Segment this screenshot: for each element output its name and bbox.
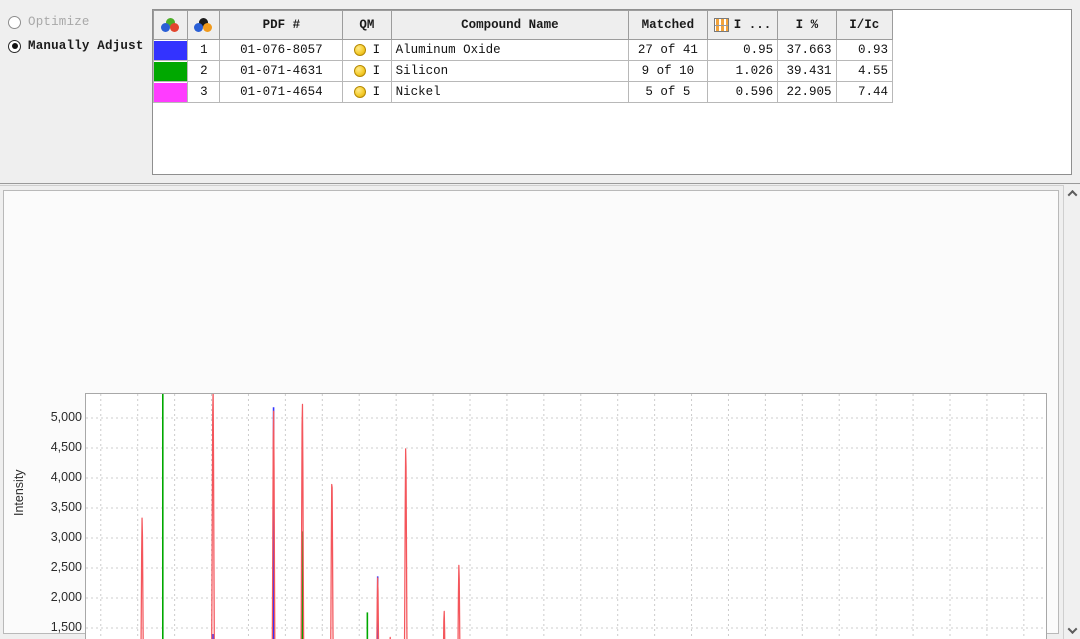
phase-matched-cell: 5 of 5 bbox=[628, 81, 708, 103]
phase-matched-cell: 9 of 10 bbox=[628, 60, 708, 82]
column-header-scale-label: I ... bbox=[733, 18, 772, 32]
yellow-circle-icon bbox=[353, 86, 366, 98]
phase-scale-cell[interactable]: 0.95 bbox=[706, 39, 779, 61]
y-axis-tick-labels: 05001,0001,5002,0002,5003,0003,5004,0004… bbox=[22, 186, 82, 639]
column-header-qm[interactable]: QM bbox=[342, 10, 392, 40]
phase-bubbles-icon bbox=[194, 17, 213, 33]
optimize-label: Optimize bbox=[28, 15, 90, 29]
y-axis-tick-1500: 1,500 bbox=[50, 620, 82, 634]
optimize-radio-mark[interactable] bbox=[8, 15, 21, 29]
phase-color-cell[interactable] bbox=[153, 81, 189, 103]
phase-index-cell: 3 bbox=[187, 81, 221, 103]
y-axis-tick-4500: 4,500 bbox=[50, 440, 82, 454]
column-header-color[interactable] bbox=[153, 10, 189, 40]
phase-color-swatch bbox=[154, 61, 188, 81]
phase-pdf-cell[interactable]: 01-071-4654 bbox=[219, 81, 344, 103]
phase-pdf-cell[interactable]: 01-071-4631 bbox=[219, 60, 344, 82]
radio-manually-adjust[interactable]: Manually Adjust bbox=[8, 34, 148, 58]
yellow-circle-icon bbox=[353, 44, 366, 56]
y-axis-tick-3500: 3,500 bbox=[50, 500, 82, 514]
y-axis-tick-5000: 5,000 bbox=[50, 410, 82, 424]
manually-adjust-radio-mark[interactable] bbox=[8, 39, 21, 53]
phase-i-over-ic-cell: 0.93 bbox=[835, 39, 894, 61]
yellow-circle-icon bbox=[353, 65, 366, 77]
phase-color-cell[interactable] bbox=[153, 39, 189, 61]
column-header-i-percent[interactable]: I % bbox=[777, 10, 837, 40]
phase-table-header-row: PDF # QM Compound Name Matched I ... I %… bbox=[153, 10, 894, 40]
refinement-mode-radio-group: Optimize Manually Adjust bbox=[8, 10, 148, 58]
column-header-index[interactable] bbox=[187, 10, 221, 40]
xrd-phase-analysis-window: Optimize Manually Adjust PDF # QM Compou… bbox=[0, 0, 1080, 639]
phase-qm-label: I bbox=[372, 85, 381, 99]
chevron-down-icon bbox=[1067, 624, 1078, 635]
scroll-down-button[interactable] bbox=[1064, 622, 1080, 639]
diffraction-plot-area[interactable] bbox=[85, 393, 1047, 639]
table-row[interactable]: 1 01-076-8057 I Aluminum Oxide 27 of 41 0.95 3… bbox=[153, 39, 894, 61]
column-header-i-over-ic[interactable]: I/Ic bbox=[835, 10, 894, 40]
phase-pdf-cell[interactable]: 01-076-8057 bbox=[219, 39, 344, 61]
phase-i-over-ic-cell: 7.44 bbox=[835, 81, 894, 103]
phase-compound-name-cell: Aluminum Oxide bbox=[390, 39, 630, 61]
y-axis-tick-2500: 2,500 bbox=[50, 560, 82, 574]
table-row[interactable]: 2 01-071-4631 I Silicon 9 of 10 1.026 39.431 4.… bbox=[153, 60, 894, 82]
phase-i-over-ic-cell: 4.55 bbox=[835, 60, 894, 82]
phase-qm-cell: I bbox=[342, 60, 392, 82]
phase-compound-name-cell: Nickel bbox=[390, 81, 630, 103]
table-row[interactable]: 3 01-071-4654 I Nickel 5 of 5 0.596 22.905 7.44 bbox=[153, 81, 894, 103]
column-header-matched[interactable]: Matched bbox=[628, 10, 708, 40]
phase-index-cell: 2 bbox=[187, 60, 221, 82]
phase-qm-label: I bbox=[372, 43, 381, 57]
y-axis-tick-4000: 4,000 bbox=[50, 470, 82, 484]
phase-color-swatch bbox=[154, 82, 188, 102]
phase-scale-cell[interactable]: 0.596 bbox=[706, 81, 779, 103]
manually-adjust-label: Manually Adjust bbox=[28, 39, 144, 53]
phase-color-swatch bbox=[154, 40, 188, 60]
column-header-scale[interactable]: I ... bbox=[706, 10, 779, 40]
phase-matched-cell: 27 of 41 bbox=[628, 39, 708, 61]
y-axis-tick-3000: 3,000 bbox=[50, 530, 82, 544]
phase-scale-cell[interactable]: 1.026 bbox=[706, 60, 779, 82]
plot-gridlines bbox=[86, 394, 1046, 639]
phase-qm-cell: I bbox=[342, 39, 392, 61]
phase-qm-label: I bbox=[372, 64, 381, 78]
phase-qm-cell: I bbox=[342, 81, 392, 103]
phase-i-percent-cell: 22.905 bbox=[777, 81, 837, 103]
diffraction-plot-svg bbox=[86, 394, 1046, 639]
radio-optimize[interactable]: Optimize bbox=[8, 10, 148, 34]
phase-options-panel: Optimize Manually Adjust PDF # QM Compou… bbox=[0, 0, 1080, 184]
phase-compound-name-cell: Silicon bbox=[390, 60, 630, 82]
measured-pattern-trace bbox=[140, 394, 461, 639]
grid-icon bbox=[713, 18, 729, 32]
color-bubbles-icon bbox=[161, 17, 180, 33]
y-axis-tick-2000: 2,000 bbox=[50, 590, 82, 604]
phase-list-table-container[interactable]: PDF # QM Compound Name Matched I ... I %… bbox=[152, 9, 1072, 175]
phase-color-cell[interactable] bbox=[153, 60, 189, 82]
column-header-compound-name[interactable]: Compound Name bbox=[390, 10, 630, 40]
phase-table-body: 1 01-076-8057 I Aluminum Oxide 27 of 41 0.95 3… bbox=[153, 39, 894, 103]
series-00a800 bbox=[162, 394, 369, 639]
chevron-up-icon bbox=[1067, 189, 1078, 200]
pattern-chart-panel: Intensity 05001,0001,5002,0002,5003,0003… bbox=[0, 185, 1080, 639]
phase-index-cell: 1 bbox=[187, 39, 221, 61]
phase-list-table: PDF # QM Compound Name Matched I ... I %… bbox=[153, 10, 894, 103]
vertical-scrollbar[interactable] bbox=[1063, 185, 1080, 639]
column-header-pdf[interactable]: PDF # bbox=[219, 10, 344, 40]
phase-i-percent-cell: 37.663 bbox=[777, 39, 837, 61]
scroll-up-button[interactable] bbox=[1064, 185, 1080, 202]
phase-i-percent-cell: 39.431 bbox=[777, 60, 837, 82]
